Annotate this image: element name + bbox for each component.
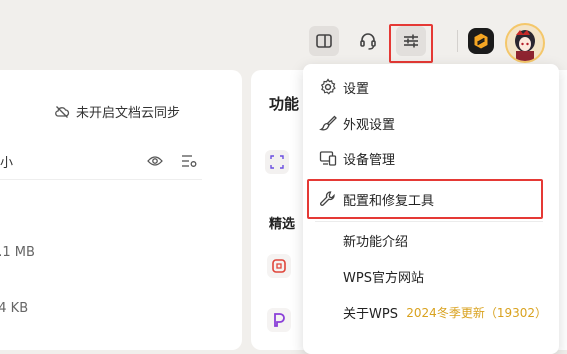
devices-icon <box>319 151 337 166</box>
menu-item-label: 新功能介绍 <box>343 234 409 250</box>
menu-item-device-management[interactable]: 设备管理 <box>303 141 559 175</box>
user-avatar-image <box>515 30 535 61</box>
menu-item-label: 外观设置 <box>343 117 396 133</box>
scan-icon <box>270 155 284 169</box>
update-notice[interactable]: 2024冬季更新（19302） <box>406 304 547 321</box>
highlight-repair-tool <box>307 179 543 219</box>
sidebar-toggle-button[interactable] <box>309 26 339 56</box>
file-size-2: 34 KB <box>0 301 29 316</box>
column-header-size: 小 <box>0 156 14 171</box>
menu-item-label: 设备管理 <box>343 152 396 168</box>
menu-item-about[interactable]: 关于WPS 2024冬季更新（19302） <box>303 295 559 329</box>
feature-tile-ico[interactable] <box>265 150 289 174</box>
headset-icon <box>360 33 376 50</box>
eye-icon[interactable] <box>147 154 163 168</box>
cloud-off-icon <box>55 105 70 118</box>
menu-item-official-site[interactable]: WPS官方网站 <box>303 259 559 293</box>
cloud-sync-label: 未开启文档云同步 <box>76 106 181 121</box>
cloud-sync-status[interactable]: 未开启文档云同步 <box>54 102 180 121</box>
menu-item-label: 设置 <box>343 81 370 97</box>
file-size-1: 4.1 MB <box>0 245 35 260</box>
menu-item-label: WPS官方网站 <box>343 270 424 286</box>
brush-icon <box>319 115 337 131</box>
functions-title: 功能 <box>269 95 300 113</box>
menu-item-label: 关于WPS <box>343 306 398 322</box>
menu-item-settings[interactable]: 设置 <box>303 70 559 104</box>
featured-app-2[interactable] <box>267 308 291 332</box>
menu-item-whats-new[interactable]: 新功能介绍 <box>303 223 559 257</box>
gear-icon <box>320 78 336 95</box>
brand-app-button[interactable] <box>468 28 494 54</box>
header-divider <box>0 179 202 180</box>
sidebar-panel-icon <box>316 34 332 48</box>
note-app-icon <box>274 313 285 327</box>
highlight-settings-button <box>389 24 433 63</box>
pdf-app-icon <box>272 259 286 273</box>
menu-separator <box>315 221 543 222</box>
top-bar <box>0 0 567 68</box>
featured-app-1[interactable] <box>267 254 291 278</box>
hexagon-app-icon <box>474 33 488 49</box>
avatar[interactable] <box>505 23 545 63</box>
support-button[interactable] <box>353 26 383 56</box>
menu-item-appearance[interactable]: 外观设置 <box>303 106 559 140</box>
featured-section-title: 精选 <box>269 217 296 232</box>
recent-files-card: 未开启文档云同步 小 4.1 MB 34 KB <box>0 70 242 350</box>
toolbar-divider <box>457 30 458 52</box>
list-settings-icon[interactable] <box>181 154 197 168</box>
